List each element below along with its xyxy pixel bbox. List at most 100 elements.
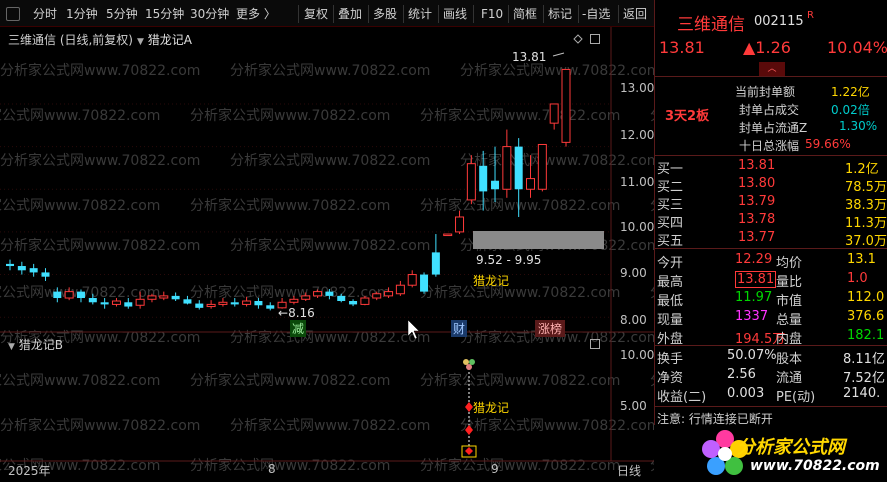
candle-body <box>88 298 97 303</box>
signal-dot <box>469 359 475 365</box>
candle-body <box>561 68 571 143</box>
x-label: 8 <box>268 462 276 476</box>
stock-name: 三维通信 <box>677 15 745 35</box>
candle-body <box>171 295 180 300</box>
indicator-b-name: 猎龙记B <box>18 338 63 352</box>
signal-label-sub: 猎龙记 <box>473 401 510 415</box>
low-price-value: 8.16 <box>288 306 315 320</box>
candle-body <box>29 268 38 273</box>
finance-label: 流通 <box>776 371 803 386</box>
sub-chart-title: ▼ 猎龙记B <box>8 336 63 353</box>
quote-label: 现量 <box>657 313 684 328</box>
candle-body <box>266 305 275 309</box>
finance-label: 净资 <box>657 371 684 386</box>
quote-label: 总量 <box>776 313 803 328</box>
finance-label: 收益(二) <box>657 390 707 405</box>
quote-row: 外盘 194.5万 内盘 182.1 <box>655 327 887 347</box>
finance-row: 净资 2.56 流通 7.52亿 <box>655 366 887 386</box>
collapse-button[interactable]: ︿ <box>759 62 785 76</box>
candle-body <box>313 291 323 297</box>
price-change-pct: 10.04% <box>827 38 887 57</box>
candle-body <box>455 216 465 233</box>
candle-body <box>514 146 523 190</box>
stock-code: 002115 <box>754 14 804 29</box>
watermark-text: 分析家公式网www.70822.com <box>460 62 654 79</box>
finance-value: 0.003 <box>727 386 765 401</box>
watermark-text: 分析家公式网www.70822.com <box>230 62 430 79</box>
finance-value: 2140. <box>843 386 881 401</box>
order-price: 13.77 <box>738 230 776 245</box>
quote-label: 均价 <box>776 256 803 271</box>
board-tag: 3天2板 <box>665 109 710 124</box>
y-tick: 5.00 <box>620 399 647 413</box>
kline-chart[interactable]: 分析家公式网www.70822.com 分析家公式网www.70822.com 分析… <box>0 0 654 482</box>
candle-body <box>301 295 311 300</box>
main-chart-title: 三维通信 (日线,前复权) <box>8 33 133 47</box>
candle-body <box>135 298 145 306</box>
quote-row: 最低 11.97 市值 112.0 <box>655 289 887 309</box>
r-tag: R <box>807 10 814 21</box>
quote-value: 13.81 <box>735 271 777 288</box>
order-row[interactable]: 买五 13.77 37.0万 <box>655 229 887 249</box>
watermark-text: 分析家公式网www.70822.com <box>0 152 200 169</box>
quote-value: 13.1 <box>847 252 876 267</box>
order-price: 13.78 <box>738 212 776 227</box>
period-label[interactable]: 日线 <box>617 462 641 479</box>
jian-marker[interactable]: 减 <box>290 320 307 337</box>
order-price: 13.81 <box>738 158 776 173</box>
watermark-text: 分析家公式网www.70822.com <box>190 107 390 124</box>
watermark-text: 分析家公式网www.70822.com <box>420 107 620 124</box>
watermark-text: 分析家公式网www.70822.com <box>0 197 160 214</box>
candle-body <box>111 300 121 305</box>
candle-body <box>64 291 74 299</box>
down-triangle-icon: ▼ <box>8 342 15 352</box>
window-icon[interactable] <box>590 339 600 349</box>
quote-value: 182.1 <box>847 328 885 343</box>
watermark-text: 分析家公式网www.70822.com <box>190 197 390 214</box>
quote-label: 最低 <box>657 294 684 309</box>
candle-body <box>254 301 263 306</box>
high-price-label: 13.81 <box>512 50 547 64</box>
watermark-text: 分析家公式网www.70822.com <box>230 417 430 434</box>
watermark-text: 分析家公式网www.70822.com <box>460 417 654 434</box>
candle-body <box>76 291 85 299</box>
y-tick: 13.00 <box>620 81 655 95</box>
watermark-text: 分析家公式网www.70822.com <box>190 457 390 474</box>
stat-label: 十日总涨幅 <box>739 139 800 153</box>
watermark: 分析家公式网www.70822.com 分析家公式网www.70822.com 分析… <box>0 62 654 474</box>
candle-body <box>17 266 26 271</box>
finance-value: 2.56 <box>727 367 756 382</box>
zhangbang-marker[interactable]: 涨榜 <box>535 320 566 337</box>
site-logo: 分析家公式网 www.70822.com <box>654 425 887 482</box>
quote-row: 最高 13.81 量比 1.0 <box>655 270 887 290</box>
order-row[interactable]: 买二 13.80 78.5万 <box>655 175 887 195</box>
candle-body <box>337 295 346 301</box>
cai-marker[interactable]: 财 <box>451 320 468 337</box>
candle-body <box>479 165 488 192</box>
order-row[interactable]: 买一 13.81 1.2亿 <box>655 157 887 177</box>
order-price: 13.80 <box>738 176 776 191</box>
candle-body <box>526 178 536 190</box>
candle-body <box>537 143 547 190</box>
watermark-text: 分析家公式网www.70822.com <box>0 237 200 254</box>
y-tick: 8.00 <box>620 313 647 327</box>
stat-value: 1.22亿 <box>831 85 870 99</box>
candle-body <box>53 291 62 299</box>
candle-body <box>41 272 50 277</box>
window-icon[interactable] <box>590 34 600 44</box>
signal-diamond <box>465 402 473 412</box>
order-row[interactable]: 买三 13.79 38.3万 <box>655 193 887 213</box>
y-tick: 10.00 <box>620 220 655 234</box>
candle-body <box>491 180 500 190</box>
candle-body <box>360 297 370 305</box>
quote-label: 市值 <box>776 294 803 309</box>
diamond-icon[interactable] <box>573 34 583 44</box>
candle-body <box>124 302 133 307</box>
range-band <box>473 231 604 249</box>
quote-panel: 三维通信 002115 R 13.81 ▲1.26 10.04% ︿ 3天2板 … <box>654 0 887 482</box>
watermark-text: 分析家公式网www.70822.com <box>0 107 160 124</box>
order-row[interactable]: 买四 13.78 11.3万 <box>655 211 887 231</box>
order-volume: 37.0万 <box>845 234 887 249</box>
stat-label: 当前封单额 <box>735 85 796 99</box>
finance-label: 换手 <box>657 352 684 367</box>
